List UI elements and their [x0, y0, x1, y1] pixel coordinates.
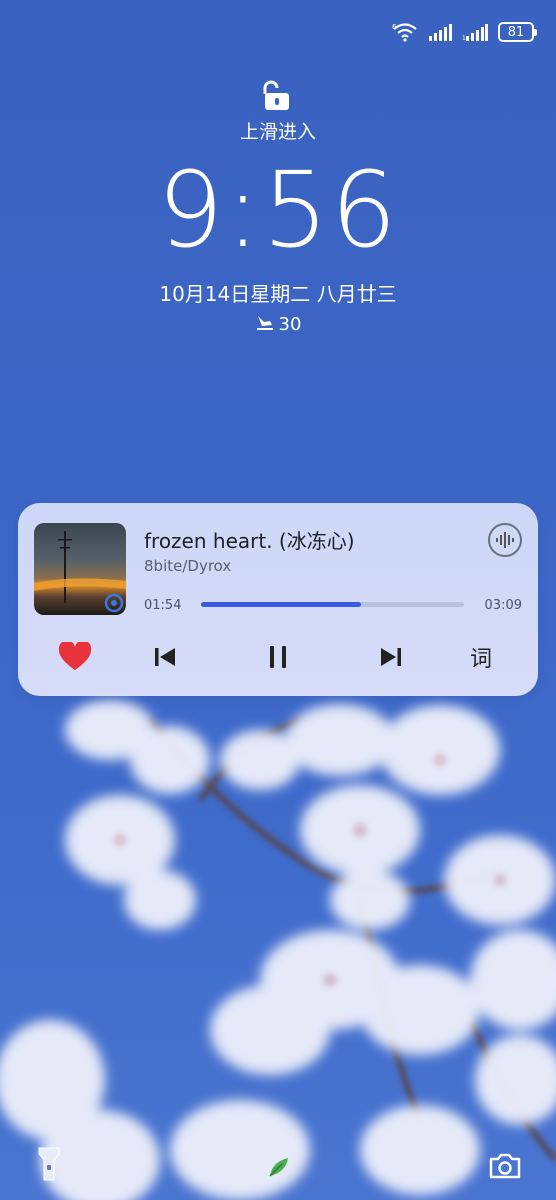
previous-button[interactable] [145, 637, 185, 677]
swipe-unlock-hint: 上滑进入 [239, 121, 316, 143]
status-bar: 6 1 81 [392, 18, 537, 46]
lyrics-label: 词 [469, 647, 492, 672]
progress-bar[interactable] [201, 602, 464, 607]
heart-icon [58, 642, 92, 670]
playback-controls: 词 [18, 637, 538, 677]
music-player-card[interactable]: frozen heart. (冰冻心) 8bite/Dyrox 01:54 03… [18, 503, 538, 696]
svg-text:1: 1 [462, 35, 466, 41]
signal-bars-icon [428, 23, 452, 41]
battery-indicator: 81 [498, 22, 537, 42]
audio-output-icon[interactable] [488, 523, 522, 557]
like-button[interactable] [55, 637, 95, 677]
total-duration: 03:09 [484, 598, 522, 613]
battery-level: 81 [507, 24, 525, 40]
wifi-6-icon: 6 [392, 22, 418, 42]
skip-next-icon [381, 648, 401, 666]
skip-previous-icon [155, 648, 175, 666]
lyrics-button[interactable]: 词 [461, 637, 501, 677]
clock-time: 9:56 [157, 149, 399, 271]
signal-bars-icon: 1 [462, 23, 488, 41]
pause-button[interactable] [258, 637, 298, 677]
next-button[interactable] [371, 637, 411, 677]
unlock-icon[interactable] [259, 80, 295, 112]
steps-counter: 30 [0, 313, 556, 336]
steps-value: 30 [278, 314, 302, 335]
song-artist: 8bite/Dyrox [144, 557, 232, 575]
footsteps-icon [255, 313, 275, 336]
album-art[interactable] [34, 523, 126, 615]
leaf-icon [268, 1156, 290, 1178]
svg-text:6: 6 [392, 23, 397, 31]
camera-icon[interactable] [488, 1152, 522, 1180]
progress-fill [201, 602, 362, 607]
date-text: 10月14日星期二 八月廿三 [159, 282, 397, 306]
pause-icon [270, 646, 286, 668]
elapsed-time: 01:54 [144, 598, 182, 613]
flashlight-icon[interactable] [36, 1146, 62, 1182]
song-title: frozen heart. (冰冻心) [144, 529, 355, 553]
